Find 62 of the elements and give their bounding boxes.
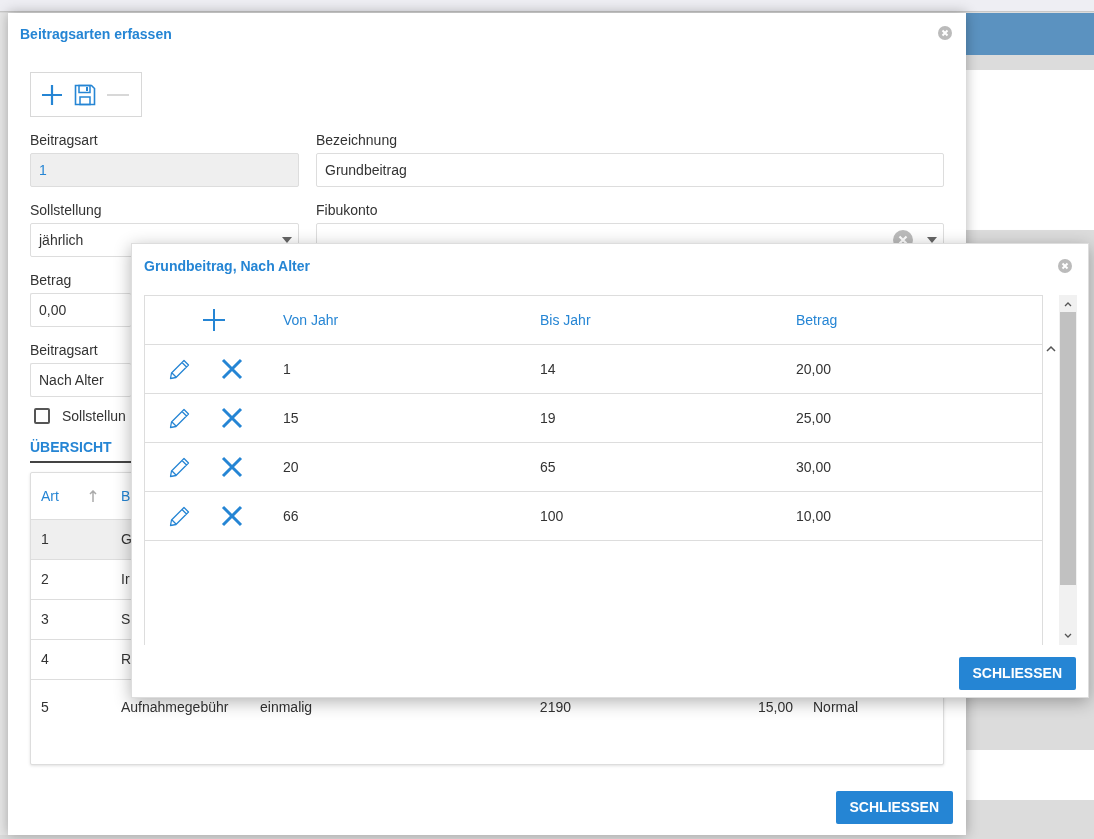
- save-icon[interactable]: [73, 82, 97, 107]
- dialog-title: Beitragsarten erfassen: [20, 24, 172, 44]
- table-cell: 30,00: [796, 458, 832, 475]
- scrollbar[interactable]: [1059, 295, 1077, 645]
- close-button[interactable]: SCHLIESSEN: [958, 657, 1076, 690]
- close-button[interactable]: SCHLIESSEN: [835, 791, 953, 824]
- table-cell-text: 5: [41, 698, 49, 717]
- checkbox-label: Sollstellun: [62, 406, 126, 426]
- table-cell: 65: [540, 458, 556, 475]
- column-header[interactable]: Art: [41, 485, 59, 507]
- field-label: Betrag: [30, 271, 73, 290]
- table-cell: 25,00: [796, 409, 832, 426]
- table-cell-text: 2190: [539, 698, 571, 717]
- scroll-thumb[interactable]: [1060, 312, 1076, 585]
- table-cell-text: 1: [41, 530, 49, 549]
- pencil-icon[interactable]: [169, 407, 191, 429]
- pencil-icon[interactable]: [169, 358, 191, 380]
- chevron-up-icon[interactable]: [1046, 345, 1056, 353]
- table-cell: 19: [540, 409, 556, 426]
- table-cell-text: Ir: [121, 570, 130, 589]
- table-cell-text: 3: [41, 610, 49, 629]
- select-field[interactable]: Nach Alter: [30, 363, 131, 397]
- column-header[interactable]: B: [121, 485, 131, 507]
- column-header[interactable]: Bis Jahr: [540, 311, 591, 328]
- input-field[interactable]: Grundbeitrag: [316, 153, 944, 187]
- table-cell-text: einmalig: [260, 698, 313, 717]
- table-cell-text: 4: [41, 650, 49, 669]
- field-label: Beitragsart: [30, 341, 99, 360]
- column-header[interactable]: Von Jahr: [283, 311, 339, 328]
- input-field[interactable]: 0,00: [30, 293, 131, 327]
- delete-icon[interactable]: [221, 456, 243, 478]
- delete-icon[interactable]: [221, 358, 243, 380]
- table-cell: 10,00: [796, 507, 832, 524]
- table-cell-text: Normal: [813, 698, 859, 717]
- table-cell: 66: [283, 507, 299, 524]
- table-cell: 14: [540, 360, 556, 377]
- table-cell: 20: [283, 458, 299, 475]
- dialog-title: Grundbeitrag, Nach Alter: [144, 256, 310, 276]
- field-label: Bezeichnung: [316, 131, 398, 150]
- column-header[interactable]: Betrag: [796, 311, 838, 328]
- table-cell-text: S: [121, 610, 131, 629]
- checkbox[interactable]: [34, 408, 50, 424]
- delete-icon[interactable]: [221, 505, 243, 527]
- table-cell: 1: [283, 360, 291, 377]
- table-cell: 20,00: [796, 360, 832, 377]
- field-label: Beitragsart: [30, 131, 99, 150]
- input-field: 1: [30, 153, 299, 187]
- plus-icon[interactable]: [40, 82, 64, 107]
- field-label: Fibukonto: [316, 201, 379, 220]
- table-cell-text: R: [121, 650, 132, 669]
- plus-icon[interactable]: [203, 309, 225, 331]
- delete-icon[interactable]: [221, 407, 243, 429]
- table-cell-text: 15,00: [757, 698, 793, 717]
- table-cell-text: 2: [41, 570, 49, 589]
- table-cell-text: G: [121, 530, 132, 549]
- table-cell-text: Aufnahmegebühr: [121, 698, 229, 717]
- table-cell: 15: [283, 409, 299, 426]
- field-label: Sollstellung: [30, 201, 103, 220]
- sort-arrow-icon[interactable]: [88, 490, 97, 502]
- table-cell: 100: [540, 507, 564, 524]
- pencil-icon[interactable]: [169, 456, 191, 478]
- pencil-icon[interactable]: [169, 505, 191, 527]
